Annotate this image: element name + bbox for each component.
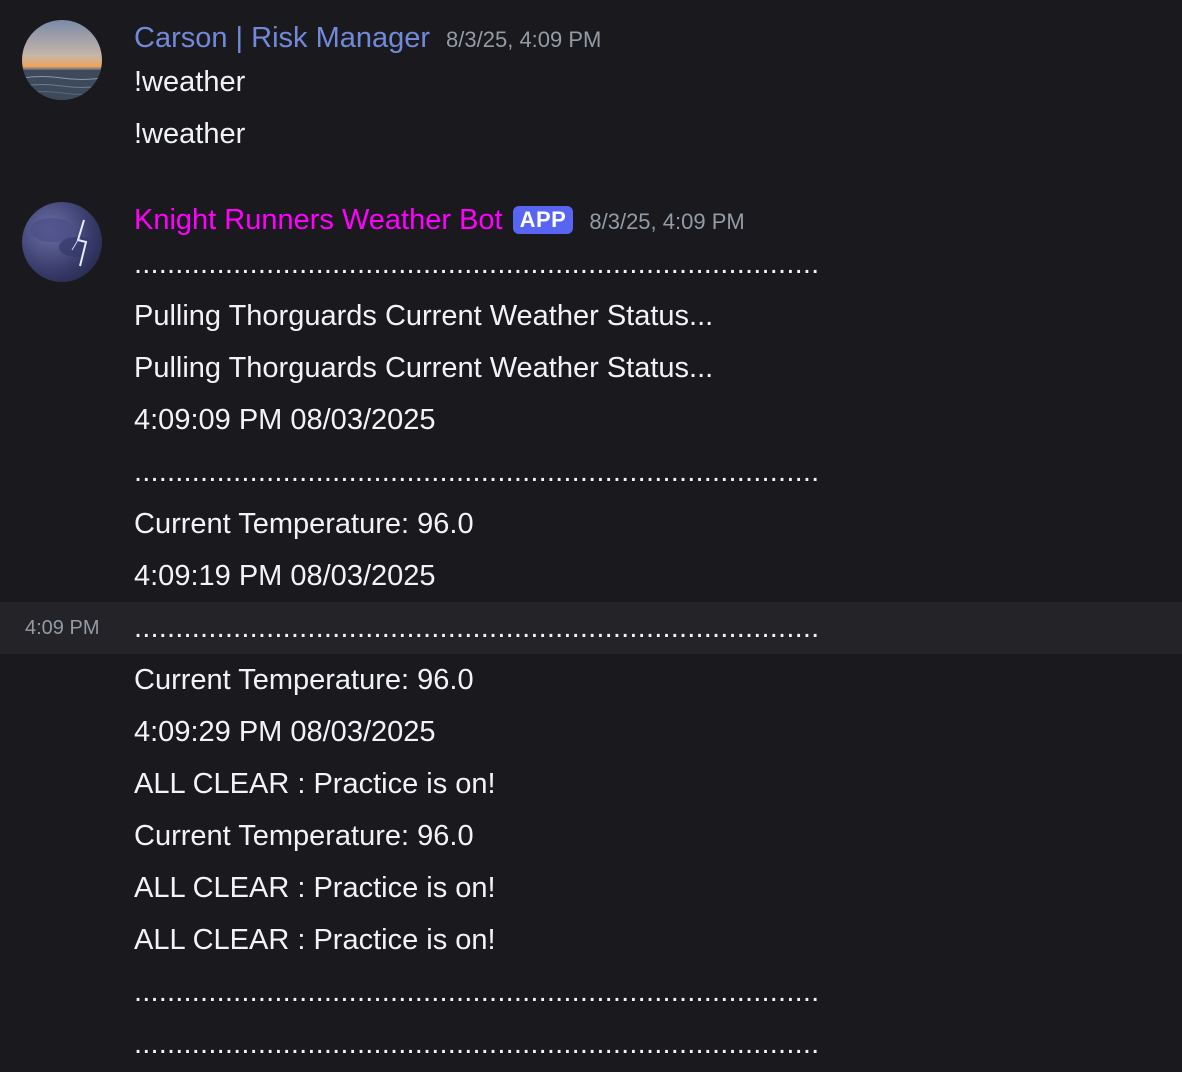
message-line: Pulling Thorguards Current Weather Statu…	[134, 352, 714, 384]
username-carson[interactable]: Carson | Risk Manager	[134, 18, 430, 58]
dots-separator: ........................................…	[134, 612, 820, 644]
message-header: Knight Runners Weather Bot APP 8/3/25, 4…	[134, 200, 745, 240]
lightning-avatar-image	[22, 202, 102, 282]
message-line: ALL CLEAR : Practice is on!	[134, 768, 496, 800]
chat-messages: 4:09 PM Carson | Risk Manager 8/3/25, 4:…	[0, 0, 1182, 1072]
message-timestamp: 8/3/25, 4:09 PM	[589, 209, 745, 234]
message-line: 4:09:09 PM 08/03/2025	[134, 404, 436, 436]
dots-separator: ........................................…	[134, 976, 820, 1008]
message-header: Carson | Risk Manager 8/3/25, 4:09 PM	[134, 18, 601, 58]
message-line: Current Temperature: 96.0	[134, 664, 474, 696]
message-line: ALL CLEAR : Practice is on!	[134, 872, 496, 904]
message-line: Current Temperature: 96.0	[134, 820, 474, 852]
message-line: ALL CLEAR : Practice is on!	[134, 924, 496, 956]
message-line: Pulling Thorguards Current Weather Statu…	[134, 300, 714, 332]
message-line: !weather	[134, 118, 246, 150]
user-avatar-carson[interactable]	[22, 20, 102, 100]
message-timestamp: 8/3/25, 4:09 PM	[446, 27, 602, 52]
dots-separator: ........................................…	[134, 1028, 820, 1060]
message-line: 4:09:19 PM 08/03/2025	[134, 560, 436, 592]
app-badge: APP	[512, 206, 574, 234]
bot-avatar-weather[interactable]	[22, 202, 102, 282]
message-line: 4:09:29 PM 08/03/2025	[134, 716, 436, 748]
dots-separator: ........................................…	[134, 456, 820, 488]
username-weather-bot[interactable]: Knight Runners Weather Bot	[134, 200, 503, 240]
sunset-avatar-image	[22, 20, 102, 100]
dots-separator: ........................................…	[134, 248, 820, 280]
message-line: Current Temperature: 96.0	[134, 508, 474, 540]
hover-timestamp: 4:09 PM	[25, 617, 100, 639]
message-line: !weather	[134, 66, 246, 98]
